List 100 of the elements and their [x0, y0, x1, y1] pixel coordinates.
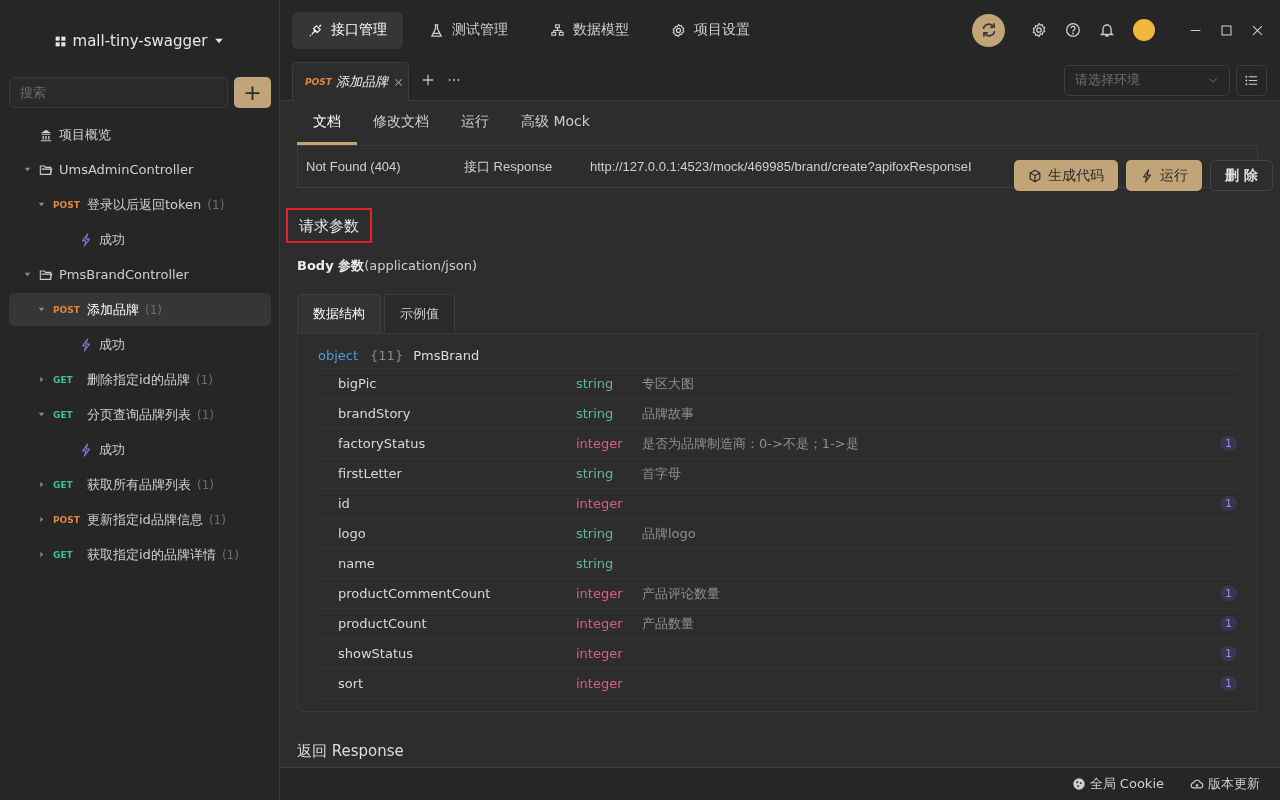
item-label: 项目概览 [59, 125, 111, 144]
cookie-icon [1071, 777, 1086, 791]
field-type: string [576, 376, 615, 391]
method-tag: POST [305, 77, 332, 87]
tree-item[interactable]: GET 获取指定id的品牌详情 (1) [9, 538, 271, 571]
field-description: 首字母 [642, 464, 682, 483]
field-name: bigPic [338, 376, 378, 391]
tree-item[interactable]: 成功 [9, 328, 271, 361]
tree-item[interactable]: GET 分页查询品牌列表 (1) [9, 398, 271, 431]
method-tag: POST [53, 304, 81, 315]
caret-down-icon[interactable] [22, 165, 32, 174]
field-type: string [576, 526, 615, 541]
caret-down-icon[interactable] [22, 270, 32, 279]
field-name: name [338, 556, 376, 571]
field-name: brandStory [338, 406, 412, 421]
status-button[interactable]: 全局 Cookie [1071, 775, 1164, 793]
schema-tab[interactable]: 数据结构 [297, 294, 381, 333]
field-type: integer [576, 586, 624, 601]
method-tag: GET [53, 409, 81, 420]
field-description: 品牌故事 [642, 404, 695, 423]
field-name: firstLetter [338, 466, 403, 481]
settings-icon[interactable] [1031, 22, 1047, 38]
doc-tab[interactable]: 修改文档 [357, 101, 445, 145]
run-button[interactable]: 运行 [1126, 160, 1203, 191]
field-name: factoryStatus [338, 436, 427, 451]
item-label: 分页查询品牌列表 [87, 405, 191, 424]
caret-down-icon[interactable] [36, 305, 46, 314]
field-name: logo [338, 526, 367, 541]
add-button[interactable]: + [234, 77, 271, 108]
doc-tab[interactable]: 高级 Mock [505, 101, 606, 145]
tab-title: 添加品牌 [335, 73, 388, 91]
help-icon[interactable] [1065, 22, 1081, 38]
list-button[interactable] [1236, 64, 1267, 96]
tree-item[interactable]: 成功 [9, 433, 271, 466]
item-label: 成功 [99, 440, 125, 459]
lightning-icon [79, 232, 93, 247]
caret-down-icon[interactable] [36, 200, 46, 209]
doc-tab[interactable]: 运行 [445, 101, 505, 145]
field-name: sort [338, 676, 365, 691]
delete-button[interactable]: 删 除 [1210, 160, 1273, 191]
tree-item[interactable]: UmsAdminController [9, 153, 271, 186]
tree-item[interactable]: POST 添加品牌 (1) [9, 293, 271, 326]
schema-tab[interactable]: 示例值 [384, 294, 455, 333]
tree-item[interactable]: 项目概览 [9, 118, 271, 151]
response-name: 接口 Response [464, 157, 554, 176]
item-label: 获取所有品牌列表 [87, 475, 191, 494]
item-count: (1) [197, 477, 214, 492]
field-count: {11} [370, 347, 404, 363]
bell-icon[interactable] [1099, 22, 1115, 38]
cloud-icon [1190, 777, 1204, 791]
avatar[interactable] [1133, 19, 1155, 41]
tree-item[interactable]: 成功 [9, 223, 271, 256]
caret-down-icon[interactable] [36, 410, 46, 419]
select-placeholder: 请选择环境 [1075, 71, 1140, 89]
field-description: 产品评论数量 [642, 584, 721, 603]
nav-tab[interactable]: 数据模型 [534, 11, 645, 49]
settings-icon [671, 22, 686, 38]
close-icon[interactable] [1251, 23, 1264, 37]
sync-button[interactable] [972, 13, 1005, 47]
mock-url[interactable]: http://127.0.0.1:4523/mock/469985/brand/create?apifoxResponseI [590, 159, 972, 174]
required-badge: 1 [1220, 676, 1237, 691]
tree-item[interactable]: POST 更新指定id品牌信息 (1) [9, 503, 271, 536]
hierarchy-icon [550, 22, 565, 38]
item-label: 添加品牌 [87, 300, 139, 319]
item-label: 成功 [99, 335, 125, 354]
method-tag: GET [53, 374, 81, 385]
method-tag: GET [53, 479, 81, 490]
tree-item[interactable]: GET 删除指定id的品牌 (1) [9, 363, 271, 396]
tree-item[interactable]: PmsBrandController [9, 258, 271, 291]
required-badge: 1 [1220, 616, 1237, 631]
folder-icon [39, 267, 53, 282]
plus-icon[interactable] [421, 73, 435, 87]
maximize-icon[interactable] [1220, 23, 1233, 37]
body-params-label: Body 参数(application/json) [297, 257, 478, 275]
field-type: integer [576, 496, 624, 511]
item-count: (1) [197, 407, 214, 422]
status-text: Not Found (404) [306, 159, 402, 174]
field-description: 是否为品牌制造商：0->不是；1->是 [642, 434, 860, 453]
doc-tab[interactable]: 文档 [297, 101, 357, 145]
request-tab[interactable]: POST 添加品牌 [292, 62, 409, 101]
search-field[interactable]: 搜索 [9, 77, 228, 108]
item-count: (1) [195, 372, 213, 387]
field-name: id [338, 496, 351, 511]
nav-tab[interactable]: 接口管理 [292, 11, 403, 49]
tree-item[interactable]: GET 获取所有品牌列表 (1) [9, 468, 271, 501]
status-button[interactable]: 版本更新 [1190, 775, 1260, 793]
item-label: 登录以后返回token [87, 195, 202, 214]
grid-icon [53, 34, 67, 48]
project-switcher[interactable]: mall-tiny-swagger [0, 20, 279, 62]
section-title: 请求参数 [286, 208, 372, 243]
nav-tab[interactable]: 项目设置 [655, 11, 766, 49]
required-badge: 1 [1220, 586, 1237, 601]
field-name: showStatus [338, 646, 415, 661]
nav-tab[interactable]: 测试管理 [413, 11, 524, 49]
field-description: 专区大图 [642, 374, 695, 393]
tree-item[interactable]: POST 登录以后返回token (1) [9, 188, 271, 221]
generate-code-button[interactable]: 生成代码 [1014, 160, 1119, 191]
schema-name: PmsBrand [413, 347, 480, 363]
folder-icon [39, 162, 53, 177]
field-type: integer [576, 436, 624, 451]
